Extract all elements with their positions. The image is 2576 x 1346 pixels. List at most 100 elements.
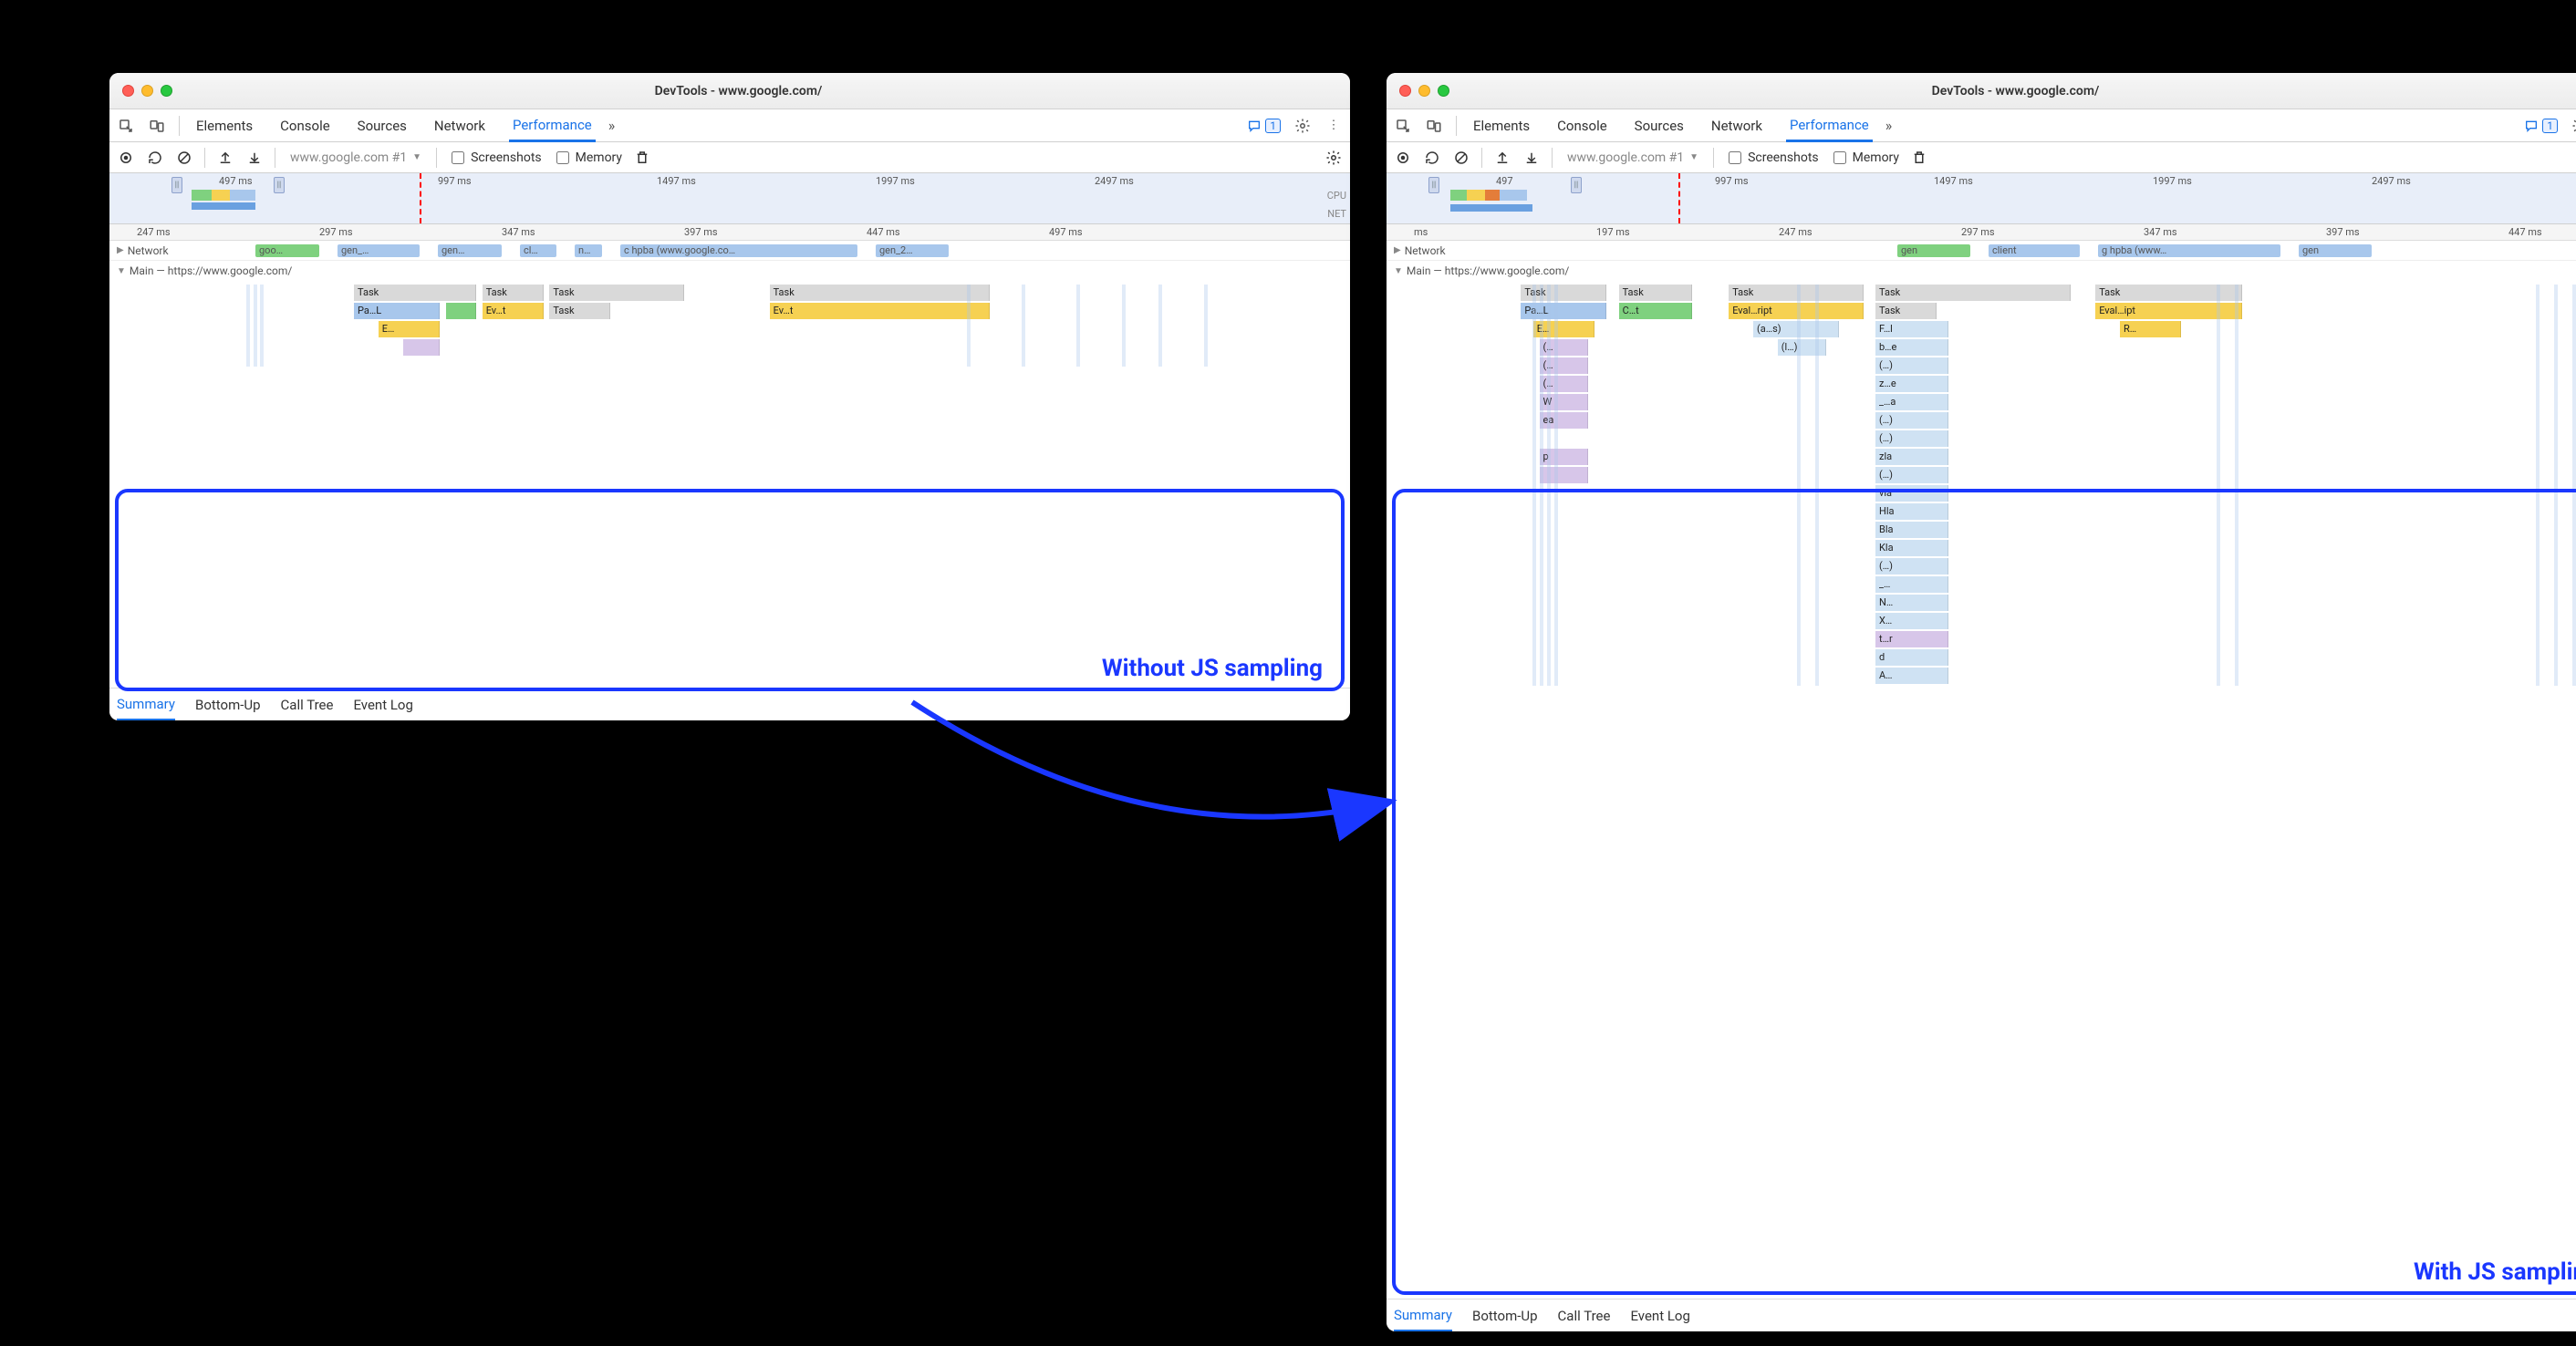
flame-bar[interactable]: b…e — [1875, 339, 1948, 356]
minimize-icon[interactable] — [141, 85, 153, 97]
flame-bar[interactable]: Task — [1619, 285, 1692, 301]
inspect-icon[interactable] — [117, 117, 135, 135]
timeline-overview[interactable]: 497 ms997 ms1497 ms1997 ms2497 ms CPU NE… — [109, 173, 1350, 224]
details-tab-event-log[interactable]: Event Log — [353, 689, 412, 720]
flame-bar[interactable]: X… — [1875, 613, 1948, 629]
kebab-menu-icon[interactable]: ⋮ — [1324, 117, 1343, 135]
tab-network[interactable]: Network — [431, 109, 489, 141]
flame-bar[interactable]: Pa…L — [354, 303, 440, 319]
reload-record-icon[interactable] — [1423, 149, 1441, 167]
messages-badge[interactable]: 1 — [1247, 119, 1281, 133]
network-request-bar[interactable]: g hpba (www… — [2098, 244, 2280, 257]
flame-bar[interactable]: C…t — [1619, 303, 1692, 319]
traffic-lights[interactable] — [122, 85, 172, 97]
tab-performance[interactable]: Performance — [1786, 110, 1873, 142]
flame-bar[interactable]: _…a — [1875, 394, 1948, 410]
titlebar[interactable]: DevTools - www.google.com/ — [109, 73, 1350, 109]
inspect-icon[interactable] — [1394, 117, 1412, 135]
upload-icon[interactable] — [216, 149, 234, 167]
network-request-bar[interactable]: gen — [1897, 244, 1970, 257]
flame-bar[interactable]: t…r — [1875, 631, 1948, 647]
network-request-bar[interactable]: goo… — [255, 244, 319, 257]
tab-elements[interactable]: Elements — [192, 109, 256, 141]
flame-bar[interactable]: E… — [379, 321, 440, 337]
time-axis[interactable]: ms197 ms247 ms297 ms347 ms397 ms447 ms — [1387, 224, 2576, 241]
clear-icon[interactable] — [175, 149, 193, 167]
network-request-bar[interactable]: gen… — [438, 244, 502, 257]
titlebar[interactable]: DevTools - www.google.com/ — [1387, 73, 2576, 109]
tab-console[interactable]: Console — [276, 109, 334, 141]
flame-bar[interactable]: (…) — [1875, 558, 1948, 575]
network-request-bar[interactable]: gen — [2299, 244, 2372, 257]
network-request-bar[interactable]: gen_… — [338, 244, 420, 257]
network-request-bar[interactable]: c hpba (www.google.co… — [620, 244, 857, 257]
network-track-header[interactable]: ▶ Network genclientg hpba (www…gen — [1387, 241, 2576, 261]
details-tab-call-tree[interactable]: Call Tree — [1558, 1299, 1611, 1331]
flame-bar[interactable]: Kla — [1875, 540, 1948, 556]
flame-bar[interactable]: Ev…t — [770, 303, 990, 319]
minimize-icon[interactable] — [1418, 85, 1430, 97]
flame-bar[interactable]: Ev…t — [483, 303, 544, 319]
flame-bar[interactable]: _… — [1875, 576, 1948, 593]
settings-icon[interactable] — [1293, 117, 1312, 135]
network-request-bar[interactable]: gen_2… — [876, 244, 949, 257]
screenshots-checkbox[interactable]: Screenshots — [1725, 149, 1819, 167]
close-icon[interactable] — [122, 85, 134, 97]
zoom-icon[interactable] — [161, 85, 172, 97]
main-track-header[interactable]: ▼ Main — https://www.google.com/ — [1387, 261, 2576, 281]
main-track-header[interactable]: ▼ Main — https://www.google.com/ — [109, 261, 1350, 281]
flame-bar[interactable]: Task — [770, 285, 990, 301]
disclosure-triangle-icon[interactable]: ▼ — [117, 266, 126, 276]
flame-bar[interactable]: vla — [1875, 485, 1948, 502]
flame-bar[interactable]: Eval…ript — [1729, 303, 1863, 319]
recording-selector[interactable]: www.google.com #1▼ — [1563, 150, 1702, 165]
flame-bar[interactable]: (…) — [1875, 357, 1948, 374]
tab-performance[interactable]: Performance — [509, 110, 596, 142]
record-icon[interactable] — [1394, 149, 1412, 167]
more-tabs-icon[interactable]: » — [608, 117, 616, 134]
details-tab-summary[interactable]: Summary — [117, 689, 175, 721]
flame-bar[interactable]: (…) — [1875, 412, 1948, 429]
flame-bar[interactable]: (a…s) — [1753, 321, 1839, 337]
network-request-bar[interactable]: n… — [575, 244, 602, 257]
timeline-overview[interactable]: 497997 ms1497 ms1997 ms2497 ms CPU NET — [1387, 173, 2576, 224]
traffic-lights[interactable] — [1399, 85, 1449, 97]
flame-bar[interactable] — [403, 339, 440, 356]
download-icon[interactable] — [245, 149, 264, 167]
screenshots-checkbox[interactable]: Screenshots — [448, 149, 542, 167]
flame-bar[interactable]: N… — [1875, 595, 1948, 611]
messages-badge[interactable]: 1 — [2524, 119, 2558, 133]
time-axis[interactable]: 247 ms297 ms347 ms397 ms447 ms497 ms — [109, 224, 1350, 241]
close-icon[interactable] — [1399, 85, 1411, 97]
memory-checkbox[interactable]: Memory — [553, 149, 622, 167]
range-handle-right[interactable] — [274, 177, 285, 193]
flame-bar[interactable]: d — [1875, 649, 1948, 666]
device-toggle-icon[interactable] — [1425, 117, 1443, 135]
flame-bar[interactable]: z…e — [1875, 376, 1948, 392]
disclosure-triangle-icon[interactable]: ▶ — [1394, 245, 1401, 255]
tab-console[interactable]: Console — [1553, 109, 1611, 141]
details-tab-bottom-up[interactable]: Bottom-Up — [1472, 1299, 1538, 1331]
range-handle-right[interactable] — [1571, 177, 1582, 193]
tab-sources[interactable]: Sources — [354, 109, 410, 141]
disclosure-triangle-icon[interactable]: ▼ — [1394, 266, 1403, 276]
flame-bar[interactable]: F…l — [1875, 321, 1948, 337]
flame-bar[interactable]: (l…) — [1778, 339, 1827, 356]
flame-bar[interactable]: R… — [2120, 321, 2181, 337]
details-tab-summary[interactable]: Summary — [1394, 1300, 1452, 1332]
download-icon[interactable] — [1522, 149, 1541, 167]
network-track-header[interactable]: ▶ Network goo…gen_…gen…cl…n…c hpba (www.… — [109, 241, 1350, 261]
flame-bar[interactable]: zla — [1875, 449, 1948, 465]
capture-settings-icon[interactable] — [1324, 149, 1343, 167]
flame-bar[interactable] — [446, 303, 477, 319]
network-request-bar[interactable]: client — [1989, 244, 2080, 257]
network-request-bar[interactable]: cl… — [520, 244, 556, 257]
record-icon[interactable] — [117, 149, 135, 167]
flame-bar[interactable]: Task — [1875, 285, 2071, 301]
tab-elements[interactable]: Elements — [1470, 109, 1533, 141]
range-handle-left[interactable] — [171, 177, 182, 193]
zoom-icon[interactable] — [1438, 85, 1449, 97]
recording-selector[interactable]: www.google.com #1▼ — [286, 150, 425, 165]
tab-sources[interactable]: Sources — [1631, 109, 1688, 141]
details-tab-call-tree[interactable]: Call Tree — [281, 689, 334, 720]
